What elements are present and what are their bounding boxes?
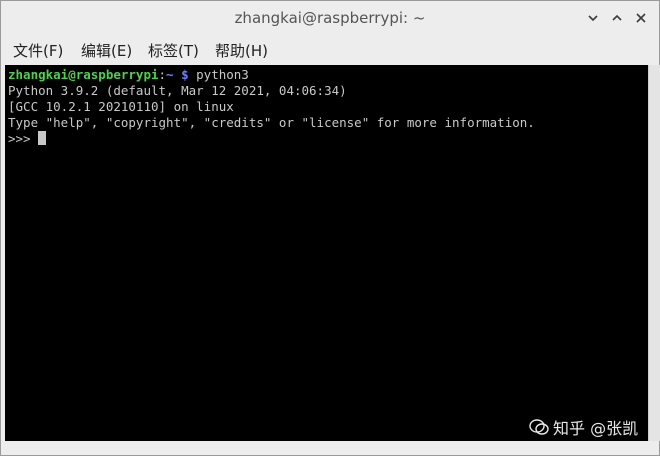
chevron-up-icon (612, 14, 622, 21)
menu-bar: 文件(F) 编辑(E) 标签(T) 帮助(H) (1, 35, 659, 65)
close-icon (636, 13, 646, 23)
output-line: Python 3.9.2 (default, Mar 12 2021, 04:0… (8, 83, 347, 98)
window-bottom-edge (1, 441, 659, 455)
close-button[interactable] (631, 8, 651, 28)
watermark-text: 知乎 @张凯 (553, 419, 639, 438)
text-cursor (38, 131, 47, 145)
prompt-colon: : (158, 67, 167, 82)
output-line: Type "help", "copyright", "credits" or "… (8, 115, 535, 130)
prompt-command: python3 (188, 67, 249, 82)
window-title: zhangkai@raspberrypi: ~ (234, 9, 426, 27)
vertical-scrollbar[interactable] (648, 65, 660, 441)
prompt-user: zhangkai@raspberrypi (8, 67, 159, 82)
repl-line: >>> (8, 131, 47, 147)
menu-help[interactable]: 帮助(H) (215, 40, 268, 61)
title-bar[interactable]: zhangkai@raspberrypi: ~ (1, 1, 659, 35)
prompt-line: zhangkai@raspberrypi:~ $ python3 (8, 67, 249, 83)
menu-edit[interactable]: 编辑(E) (81, 40, 132, 61)
chat-bubble-icon (529, 418, 549, 436)
prompt-path: ~ $ (166, 67, 189, 82)
terminal-output[interactable]: zhangkai@raspberrypi:~ $ python3 Python … (5, 65, 648, 441)
menu-tabs[interactable]: 标签(T) (148, 40, 199, 61)
menu-file[interactable]: 文件(F) (13, 40, 63, 61)
chevron-down-icon (588, 15, 598, 22)
maximize-button[interactable] (607, 8, 627, 28)
repl-prompt: >>> (8, 131, 39, 146)
output-line: [GCC 10.2.1 20210110] on linux (8, 99, 234, 114)
minimize-button[interactable] (583, 8, 603, 28)
terminal-window: zhangkai@raspberrypi: ~ 文件(F) 编辑(E) 标签(T… (0, 0, 660, 456)
watermark: 知乎 @张凯 (529, 415, 638, 439)
